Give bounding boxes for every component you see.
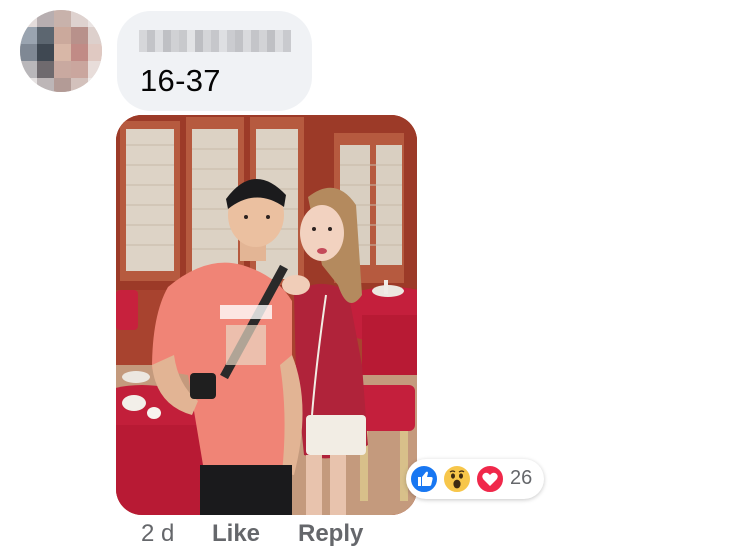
photo-illustration	[116, 115, 417, 515]
author-name-redacted[interactable]	[139, 30, 291, 52]
avatar[interactable]	[20, 10, 102, 92]
love-icon	[475, 464, 505, 494]
comment-text: 16-37	[140, 63, 221, 98]
like-icon	[409, 464, 439, 494]
wow-icon	[442, 464, 472, 494]
comment-thread: 16-37 26 2 d Like Reply	[0, 0, 750, 560]
reply-button[interactable]: Reply	[298, 520, 363, 548]
like-button[interactable]: Like	[212, 520, 260, 548]
reaction-count: 26	[510, 467, 533, 489]
reactions-summary[interactable]: 26	[406, 459, 544, 499]
comment-timestamp[interactable]: 2 d	[141, 520, 174, 548]
comment-bubble: 16-37	[117, 11, 312, 111]
comment-photo[interactable]	[116, 115, 417, 515]
